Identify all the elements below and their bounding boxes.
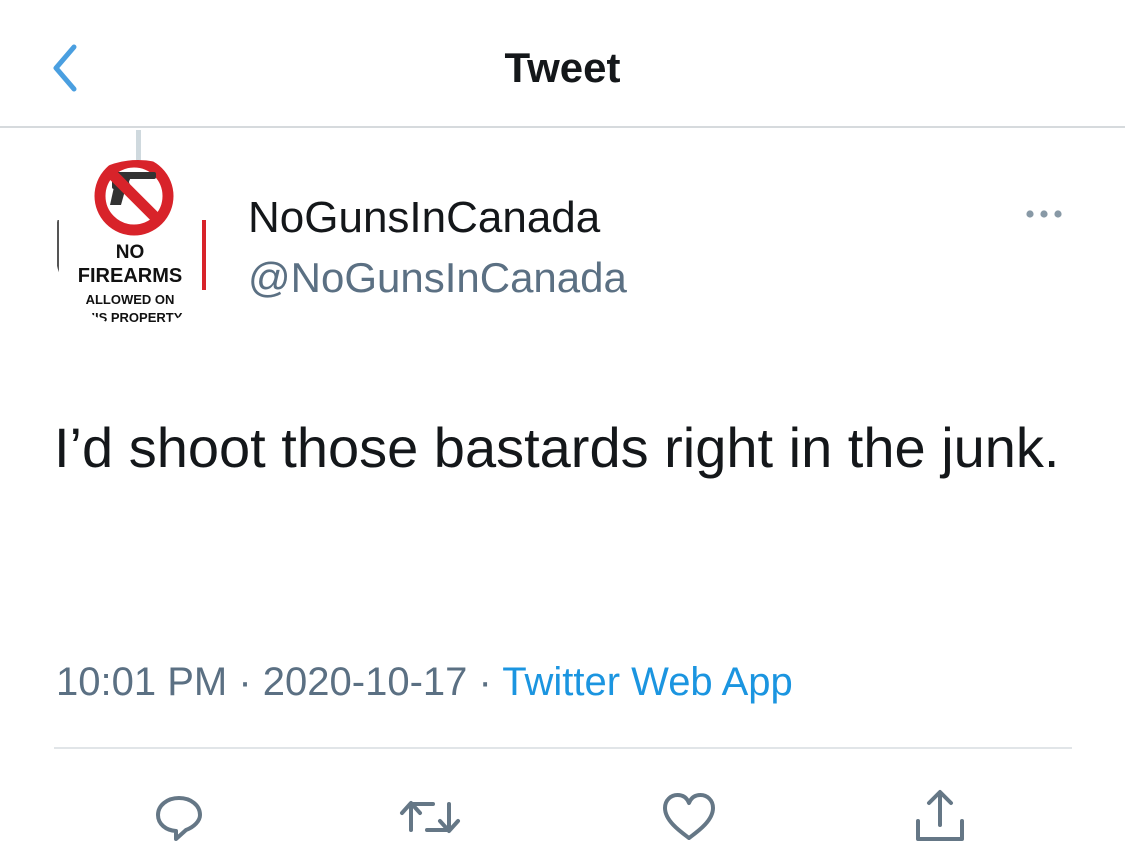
meta-separator: · [238,660,252,704]
tweet-source-link[interactable]: Twitter Web App [502,660,793,704]
reply-button[interactable] [144,782,214,852]
sign-line-allowed: ALLOWED ON [86,292,175,307]
avatar[interactable]: NO FIREARMS ALLOWED ON THIS PROPERTY [54,160,222,328]
sign-line-firearms: FIREARMS [78,265,182,287]
retweet-icon [400,801,460,833]
thread-connector-line [136,130,141,160]
more-dots-icon [1026,210,1062,218]
sign-line-property: THIS PROPERTY [78,310,183,325]
like-button[interactable] [654,782,724,852]
sign-line-no: NO [116,242,145,263]
no-firearms-sign-image: NO FIREARMS ALLOWED ON THIS PROPERTY [54,160,222,328]
top-bar: Tweet [0,0,1125,128]
tweet-text: I’d shoot those bastards right in the ju… [54,416,1060,479]
share-button[interactable] [905,782,975,852]
actions-divider [54,747,1072,749]
tweet-metadata: 10:01 PM · 2020-10-17 · Twitter Web App [56,652,793,712]
share-icon [916,790,964,841]
tweet-date: 2020-10-17 [262,660,468,704]
retweet-button[interactable] [395,782,465,852]
reply-icon [156,796,202,841]
author-handle[interactable]: @NoGunsInCanada [248,252,627,304]
page-title: Tweet [504,44,621,91]
heart-icon [663,793,715,840]
author-display-name[interactable]: NoGunsInCanada [248,192,600,244]
more-options-button[interactable] [1016,196,1072,232]
meta-separator: · [478,660,492,704]
tweet-time: 10:01 PM [56,660,228,704]
